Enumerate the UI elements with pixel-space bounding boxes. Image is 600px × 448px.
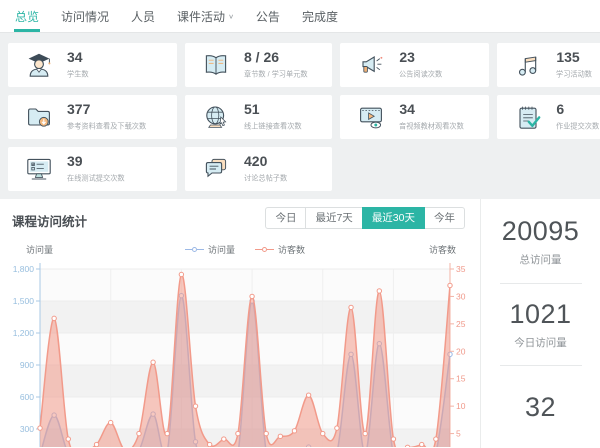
stat-card-media-views: 34 音视频教材观看次数 (340, 95, 489, 139)
legend-marker-salmon-icon (255, 247, 274, 252)
chart-legend: 访问量 访客数 (40, 243, 450, 256)
stat-card-assignment-submits: 6 作业提交次数 (497, 95, 600, 139)
stat-value: 34 (67, 50, 97, 65)
stat-value: 6 (556, 102, 600, 117)
stat-label: 在线测试提交次数 (67, 172, 125, 183)
stat-label: 参考资料查看及下载次数 (67, 120, 146, 131)
nav-item-visits[interactable]: 访问情况 (50, 0, 120, 32)
svg-text:10: 10 (456, 401, 466, 411)
stat-value: 8 / 26 (244, 50, 332, 65)
nav-item-label: 完成度 (302, 8, 338, 25)
stat-cards-grid: 34学生数8 / 26章节数 / 学习单元数23公告阅读次数135学习活动数37… (8, 43, 592, 191)
nav-item-label: 总览 (15, 8, 39, 25)
svg-text:900: 900 (20, 360, 34, 370)
globe-link-icon (200, 101, 232, 133)
stat-card-chapters: 8 / 26 章节数 / 学习单元数 (185, 43, 332, 87)
stat-value: 51 (244, 102, 324, 117)
folder-download-icon (23, 101, 55, 133)
today-visits-value: 1021 (509, 299, 571, 330)
stat-label: 讨论总帖子数 (244, 172, 287, 183)
stat-value: 377 (67, 102, 177, 117)
book-icon (200, 49, 232, 81)
stat-card-students: 34 学生数 (8, 43, 177, 87)
chart-area: 课程访问统计 今日最近7天最近30天今年 访问量 访问量 访客数 访客数 300… (0, 199, 481, 448)
discussion-icon (200, 153, 232, 185)
right-axis-name: 访客数 (429, 243, 456, 256)
range-button-last7days[interactable]: 最近7天 (305, 207, 362, 229)
nav-item-overview[interactable]: 总览 (4, 0, 50, 32)
svg-text:20: 20 (456, 346, 466, 356)
legend-label: 访问量 (208, 243, 235, 256)
range-button-today[interactable]: 今日 (265, 207, 306, 229)
legend-label: 访客数 (278, 243, 305, 256)
nav-item-label: 人员 (131, 8, 155, 25)
assignment-check-icon (512, 101, 544, 133)
nav-item-courseware[interactable]: 课件活动∨ (166, 0, 245, 32)
nav-item-members[interactable]: 人员 (120, 0, 166, 32)
stat-label: 学生数 (67, 68, 89, 79)
svg-text:15: 15 (456, 374, 466, 384)
today-visits-label: 今日访问量 (514, 335, 567, 350)
monitor-test-icon (23, 153, 55, 185)
top-nav: 总览访问情况人员课件活动∨公告完成度 (0, 0, 600, 33)
chart-title: 课程访问统计 (12, 211, 87, 230)
stat-label: 学习活动数 (556, 68, 592, 79)
nav-item-label: 访问情况 (61, 8, 109, 25)
range-button-thisyear[interactable]: 今年 (424, 207, 465, 229)
stat-card-announcement-reads: 23 公告阅读次数 (340, 43, 489, 87)
stat-card-learning-activities: 135 学习活动数 (497, 43, 600, 87)
stat-card-link-views: 51 线上链接查看次数 (185, 95, 332, 139)
total-visits-label: 总访问量 (520, 252, 562, 267)
nav-item-announcements[interactable]: 公告 (245, 0, 291, 32)
stat-label: 作业提交次数 (556, 120, 599, 131)
music-note-icon (512, 49, 544, 81)
stat-value: 135 (556, 50, 600, 65)
nav-item-label: 课件活动 (177, 8, 225, 25)
stat-card-test-submits: 39 在线测试提交次数 (8, 147, 177, 191)
stat-value: 420 (244, 154, 304, 169)
third-stat-value: 32 (525, 392, 556, 423)
stat-card-reference-views: 377 参考资料查看及下载次数 (8, 95, 177, 139)
megaphone-icon (355, 49, 387, 81)
stat-label: 线上链接查看次数 (244, 120, 302, 131)
svg-text:300: 300 (20, 424, 34, 434)
nav-item-completion[interactable]: 完成度 (291, 0, 349, 32)
stat-value: 23 (399, 50, 459, 65)
video-watch-icon (355, 101, 387, 133)
svg-text:1,200: 1,200 (13, 328, 35, 338)
stat-value: 39 (67, 154, 147, 169)
legend-marker-blue-icon (185, 247, 204, 252)
today-visits-block: 1021 今日访问量 (481, 284, 600, 366)
visit-stats-panel: 课程访问统计 今日最近7天最近30天今年 访问量 访问量 访客数 访客数 300… (0, 199, 600, 448)
svg-text:35: 35 (456, 264, 466, 274)
stat-label: 音视频教材观看次数 (399, 120, 464, 131)
nav-item-label: 公告 (256, 8, 280, 25)
stat-label: 章节数 / 学习单元数 (244, 68, 308, 79)
total-visits-block: 20095 总访问量 (481, 201, 600, 283)
svg-text:25: 25 (456, 319, 466, 329)
summary-column: 20095 总访问量 1021 今日访问量 32 (481, 199, 600, 448)
total-visits-value: 20095 (502, 216, 580, 247)
chevron-down-icon: ∨ (228, 12, 234, 19)
svg-text:1,800: 1,800 (13, 264, 35, 274)
stat-label: 公告阅读次数 (399, 68, 442, 79)
chart-svg: 300 600 900 1,200 1,500 1,800 5 10 15 20 25 30 35 (0, 199, 481, 447)
date-range-group: 今日最近7天最近30天今年 (266, 207, 465, 229)
svg-text:1,500: 1,500 (13, 296, 35, 306)
stat-card-discussion-posts: 420 讨论总帖子数 (185, 147, 332, 191)
legend-item-visitors[interactable]: 访客数 (255, 243, 305, 256)
range-button-last30days[interactable]: 最近30天 (362, 207, 425, 229)
legend-item-visits[interactable]: 访问量 (185, 243, 235, 256)
svg-text:600: 600 (20, 392, 34, 402)
third-stat-block: 32 (481, 366, 600, 448)
svg-text:30: 30 (456, 291, 466, 301)
stat-value: 34 (399, 102, 489, 117)
visits-area-chart: 300 600 900 1,200 1,500 1,800 5 10 15 20 25 30 35 (0, 199, 480, 448)
svg-text:5: 5 (456, 429, 461, 439)
student-icon (23, 49, 55, 81)
